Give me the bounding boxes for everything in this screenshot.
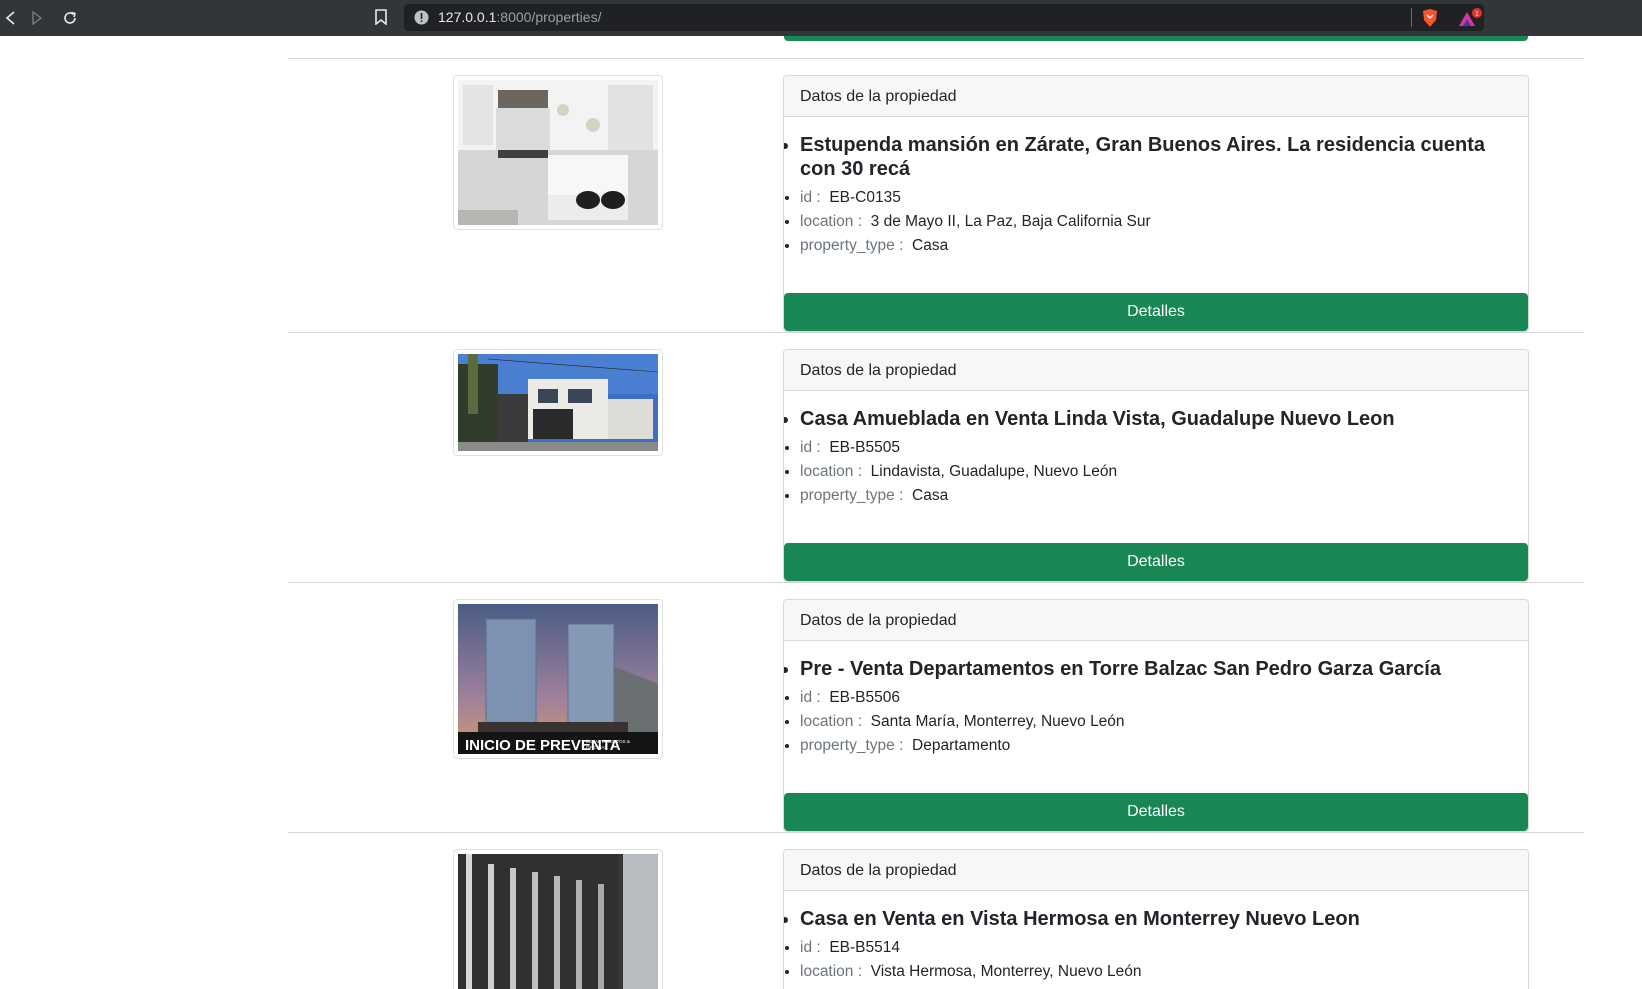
bookmark-icon[interactable]	[374, 9, 388, 30]
property-details-list: Casa en Venta en Vista Hermosa en Monter…	[784, 907, 1528, 984]
property-location: location : Lindavista, Guadalupe, Nuevo …	[800, 460, 1528, 484]
property-thumbnail[interactable]: INICIO DE PREVENTA DEPARTAMENTOS & OFICI…	[453, 599, 663, 759]
details-button[interactable]: Detalles	[784, 543, 1528, 581]
row-divider	[288, 58, 1584, 59]
property-card: Datos de la propiedad Pre - Venta Depart…	[783, 599, 1529, 832]
property-details-list: Casa Amueblada en Venta Linda Vista, Gua…	[784, 407, 1528, 508]
property-id: id : EB-B5514	[800, 936, 1528, 960]
property-card: Datos de la propiedad Estupenda mansión …	[783, 75, 1529, 332]
details-button[interactable]: Detalles	[784, 793, 1528, 831]
property-title: Estupenda mansión en Zárate, Gran Buenos…	[800, 133, 1528, 181]
browser-toolbar: 127.0.0.1:8000/properties/ 1	[0, 0, 1642, 36]
property-title: Casa Amueblada en Venta Linda Vista, Gua…	[800, 407, 1528, 431]
house-image	[458, 354, 658, 451]
property-location: location : Vista Hermosa, Monterrey, Nue…	[800, 960, 1528, 984]
property-card: Datos de la propiedad Casa en Venta en V…	[783, 849, 1529, 989]
card-header: Datos de la propiedad	[784, 76, 1528, 117]
property-details-list: Estupenda mansión en Zárate, Gran Buenos…	[784, 133, 1528, 258]
toolbar-divider	[1411, 8, 1412, 27]
card-header: Datos de la propiedad	[784, 850, 1528, 891]
property-title: Casa en Venta en Vista Hermosa en Monter…	[800, 907, 1528, 931]
property-type: property_type : Casa	[800, 234, 1528, 258]
url-text: 127.0.0.1:8000/properties/	[438, 9, 602, 25]
property-thumbnail[interactable]	[453, 349, 663, 456]
property-id: id : EB-B5506	[800, 686, 1528, 710]
row-divider	[288, 832, 1584, 833]
card-header: Datos de la propiedad	[784, 600, 1528, 641]
svg-text:OFICINAS: OFICINAS	[586, 745, 607, 750]
address-bar[interactable]: 127.0.0.1:8000/properties/	[404, 4, 1484, 31]
towers-image: INICIO DE PREVENTA DEPARTAMENTOS & OFICI…	[458, 604, 658, 754]
row-divider	[288, 332, 1584, 333]
property-id: id : EB-C0135	[800, 186, 1528, 210]
property-thumbnail[interactable]	[453, 849, 663, 989]
card-header: Datos de la propiedad	[784, 350, 1528, 391]
property-details-list: Pre - Venta Departamentos en Torre Balza…	[784, 657, 1528, 758]
property-type: property_type : Departamento	[800, 734, 1528, 758]
details-button[interactable]: Detalles	[784, 293, 1528, 331]
brave-shield-icon[interactable]	[1421, 8, 1439, 33]
property-location: location : Santa María, Monterrey, Nuevo…	[800, 710, 1528, 734]
property-thumbnail[interactable]	[453, 75, 663, 230]
property-id: id : EB-B5505	[800, 436, 1528, 460]
property-location: location : 3 de Mayo II, La Paz, Baja Ca…	[800, 210, 1528, 234]
forward-icon[interactable]	[26, 7, 48, 29]
property-card: Datos de la propiedad Casa Amueblada en …	[783, 349, 1529, 582]
svg-text:1: 1	[1475, 11, 1479, 18]
gate-image	[458, 854, 658, 989]
property-title: Pre - Venta Departamentos en Torre Balza…	[800, 657, 1528, 681]
reload-icon[interactable]	[59, 7, 81, 29]
kitchen-image	[458, 80, 658, 225]
back-icon[interactable]	[0, 7, 22, 29]
svg-text:DEPARTAMENTOS &: DEPARTAMENTOS &	[586, 739, 630, 744]
row-divider	[288, 582, 1584, 583]
rewards-icon[interactable]: 1	[1457, 7, 1485, 34]
previous-details-button[interactable]	[784, 36, 1528, 41]
info-icon[interactable]	[414, 10, 429, 30]
property-type: property_type : Casa	[800, 484, 1528, 508]
